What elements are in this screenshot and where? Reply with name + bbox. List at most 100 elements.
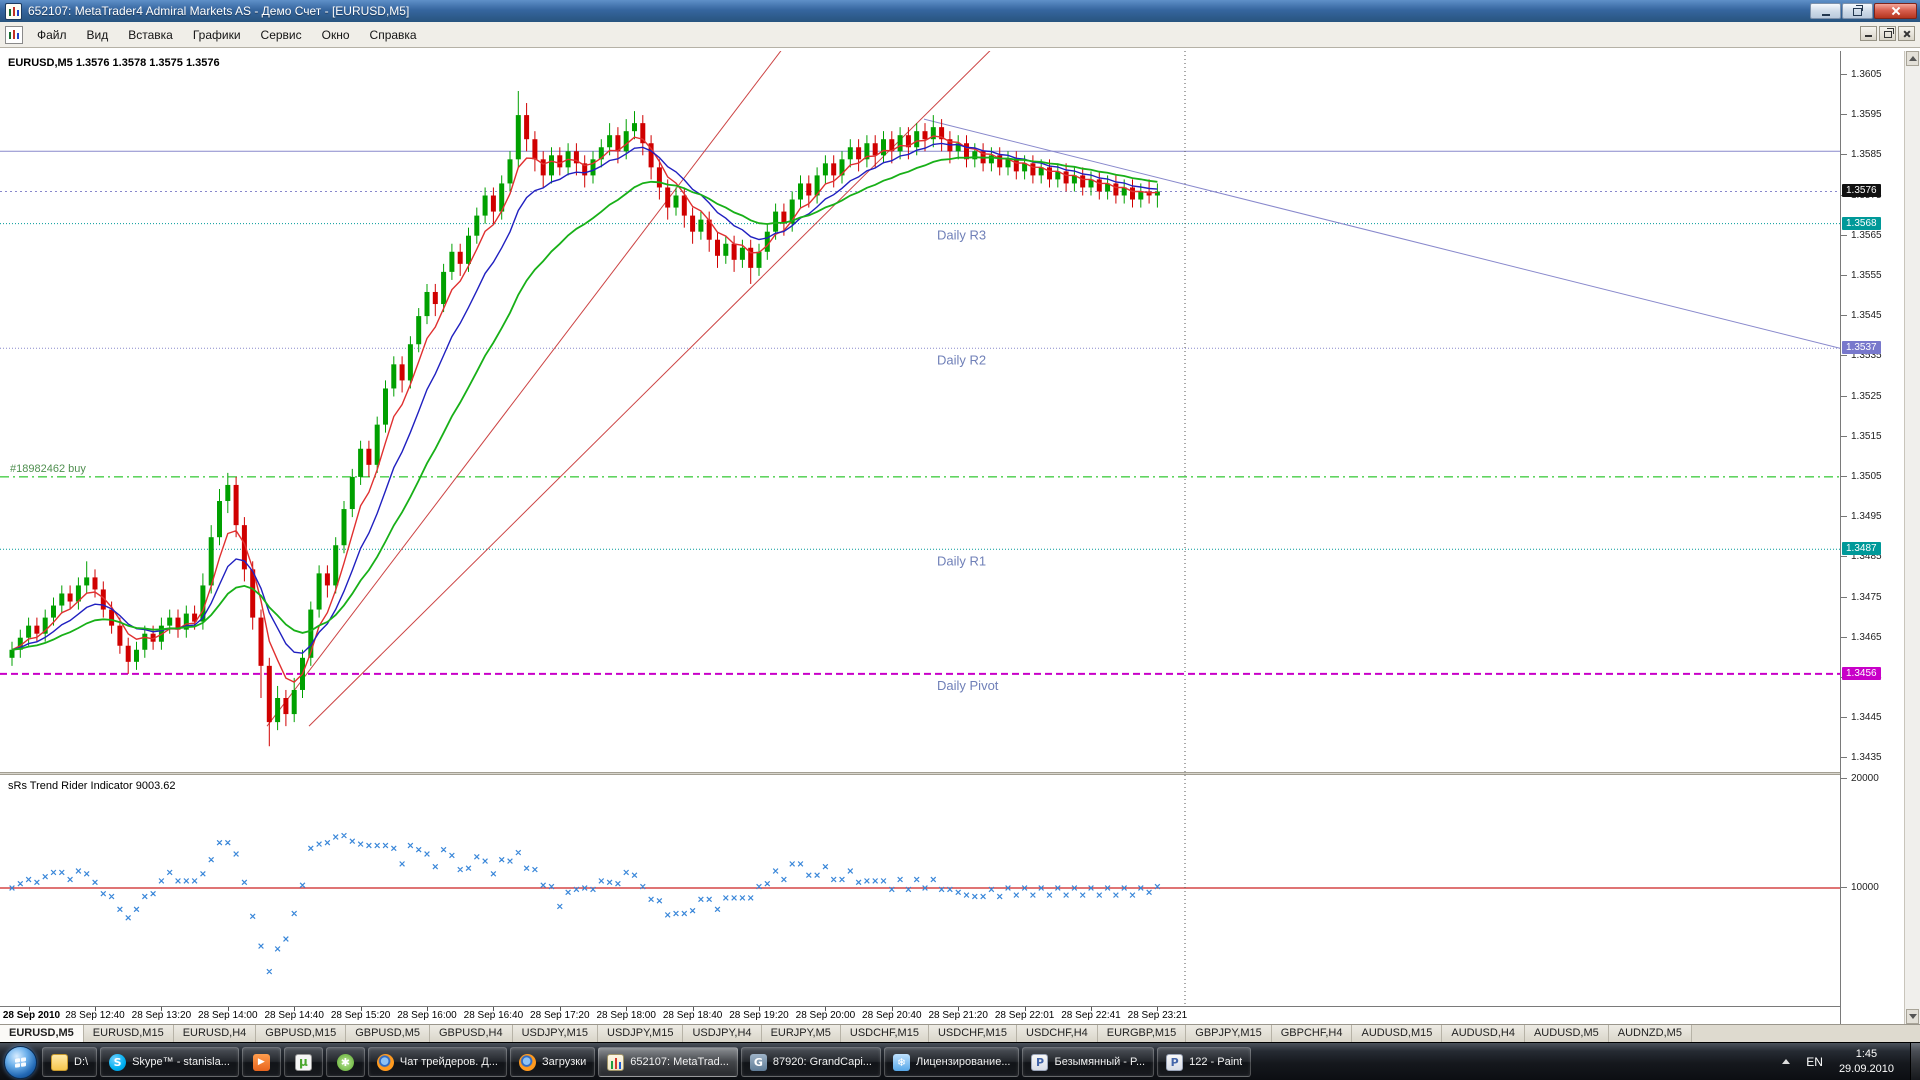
menu-item[interactable]: Вид: [78, 25, 118, 45]
chart-tab[interactable]: GBPUSD,M5: [346, 1025, 430, 1042]
level-label: Daily Pivot: [937, 678, 999, 693]
trendline-3[interactable]: [924, 119, 1840, 348]
chart-tab[interactable]: EURUSD,H4: [174, 1025, 257, 1042]
menu-item[interactable]: Сервис: [252, 25, 311, 45]
chart-tab[interactable]: AUDUSD,M5: [1525, 1025, 1609, 1042]
taskbar-button-label: D:\: [74, 1056, 88, 1068]
taskbar-button-utorrent[interactable]: µ: [284, 1047, 323, 1077]
trendline-1[interactable]: [267, 51, 784, 726]
price-tag: 1.3576: [1842, 184, 1881, 197]
time-axis-label: 28 Sep 20:40: [862, 1010, 922, 1021]
menu-item[interactable]: Справка: [361, 25, 426, 45]
price-scale[interactable]: 1.36051.35951.35851.35751.35651.35551.35…: [1840, 51, 1904, 1024]
chart-tab[interactable]: USDCHF,M15: [929, 1025, 1017, 1042]
taskbar-button-label: Загрузки: [542, 1056, 586, 1068]
chart-tab[interactable]: GBPUSD,M15: [256, 1025, 346, 1042]
menu-item[interactable]: Окно: [313, 25, 359, 45]
price-axis-label: 1.3555: [1851, 270, 1882, 281]
close-button[interactable]: [1874, 3, 1917, 19]
taskbar-button-metatrader[interactable]: 652107: MetaTrad...: [598, 1047, 738, 1077]
taskbar-button-skype[interactable]: SSkype™ - stanisla...: [100, 1047, 239, 1077]
mdi-minimize-button[interactable]: [1860, 26, 1877, 41]
chart-tab[interactable]: USDJPY,M15: [513, 1025, 598, 1042]
taskbar-button-label: 87920: GrandCapi...: [773, 1056, 872, 1068]
level-label: Daily R2: [937, 352, 986, 367]
mdi-restore-button[interactable]: [1879, 26, 1896, 41]
chart-tab[interactable]: GBPJPY,M15: [1186, 1025, 1271, 1042]
moving-average-10: [12, 143, 1157, 653]
close-icon: [1891, 6, 1901, 16]
taskbar-button-label: Безымянный - P...: [1054, 1056, 1145, 1068]
taskbar-button-license[interactable]: ❄Лицензирование...: [884, 1047, 1020, 1077]
start-button[interactable]: [4, 1046, 37, 1079]
level-label: Daily R3: [937, 228, 986, 243]
chart-window-system-icon[interactable]: [5, 26, 23, 44]
time-axis-label: 28 Sep 22:41: [1061, 1010, 1121, 1021]
taskbar-button-label: 122 - Paint: [1189, 1056, 1242, 1068]
time-axis-label: 28 Sep 18:00: [596, 1010, 656, 1021]
candles: [10, 91, 1160, 746]
taskbar-button-explorer-drive[interactable]: D:\: [42, 1047, 97, 1077]
mdi-close-button[interactable]: [1898, 26, 1915, 41]
hidden-icons-arrow-icon[interactable]: [1782, 1059, 1790, 1064]
chart-tab[interactable]: GBPUSD,H4: [430, 1025, 513, 1042]
taskbar-button-firefox[interactable]: Загрузки: [510, 1047, 595, 1077]
taskbar-button-label: Чат трейдеров. Д...: [400, 1056, 498, 1068]
chart-tab[interactable]: GBPCHF,H4: [1272, 1025, 1353, 1042]
taskbar-button-paint[interactable]: PБезымянный - P...: [1022, 1047, 1154, 1077]
grandcapital-icon: G: [750, 1054, 767, 1071]
tray-clock[interactable]: 1:45 29.09.2010: [1839, 1047, 1894, 1076]
menu-item[interactable]: Графики: [184, 25, 250, 45]
firefox-icon: [519, 1054, 536, 1071]
chart-tab[interactable]: EURUSD,M5: [0, 1025, 84, 1042]
taskbar-button-firefox[interactable]: Чат трейдеров. Д...: [368, 1047, 507, 1077]
scroll-down-button[interactable]: [1906, 1009, 1919, 1024]
pinwheel-icon: ✱: [337, 1054, 354, 1071]
utorrent-icon: µ: [295, 1054, 312, 1071]
chart-tab[interactable]: EURUSD,M15: [84, 1025, 174, 1042]
chart-tab[interactable]: USDCHF,H4: [1017, 1025, 1098, 1042]
chart-tab[interactable]: EURJPY,M5: [762, 1025, 841, 1042]
chart-tab[interactable]: AUDNZD,M5: [1609, 1025, 1692, 1042]
price-axis-label: 1.3515: [1851, 431, 1882, 442]
paint-icon: P: [1166, 1054, 1183, 1071]
close-icon: [1903, 30, 1911, 38]
window-title: 652107: MetaTrader4 Admiral Markets AS -…: [28, 4, 409, 18]
taskbar-button-media-player[interactable]: ▶: [242, 1047, 281, 1077]
indicator-pane[interactable]: [0, 775, 1840, 1006]
chart-tab[interactable]: USDJPY,M15: [598, 1025, 683, 1042]
chart-tab[interactable]: USDCHF,M15: [841, 1025, 929, 1042]
vertical-scrollbar[interactable]: [1904, 51, 1920, 1024]
time-axis-label: 28 Sep 12:40: [65, 1010, 125, 1021]
taskbar-button-label: Лицензирование...: [916, 1056, 1011, 1068]
time-axis-label: 28 Sep 16:40: [464, 1010, 524, 1021]
price-tag: 1.3487: [1842, 542, 1881, 555]
windows-logo-icon: [15, 1057, 26, 1068]
price-axis-label: 1.3505: [1851, 471, 1882, 482]
minimize-button[interactable]: [1810, 3, 1841, 19]
menu-item[interactable]: Вставка: [119, 25, 182, 45]
restore-icon: [1884, 31, 1892, 38]
language-indicator[interactable]: EN: [1802, 1053, 1827, 1071]
price-axis-label: 1.3545: [1851, 310, 1882, 321]
main-chart[interactable]: Daily R3Daily R2Daily R1Daily Pivot#1898…: [0, 51, 1840, 772]
metatrader-icon: [607, 1054, 624, 1071]
price-tag: 1.3568: [1842, 217, 1881, 230]
time-axis-label: 28 Sep 15:20: [331, 1010, 391, 1021]
taskbar-button-grandcapital[interactable]: G 87920: GrandCapi...: [741, 1047, 881, 1077]
menu-item[interactable]: Файл: [28, 25, 76, 45]
taskbar-button-pinwheel[interactable]: ✱: [326, 1047, 365, 1077]
chart-tab[interactable]: EURGBP,M15: [1098, 1025, 1187, 1042]
price-axis-label: 1.3595: [1851, 109, 1882, 120]
restore-button[interactable]: [1842, 3, 1873, 19]
chart-tab[interactable]: AUDUSD,H4: [1442, 1025, 1525, 1042]
chart-tab[interactable]: USDJPY,H4: [683, 1025, 761, 1042]
show-desktop-button[interactable]: [1910, 1043, 1920, 1080]
chart-tab[interactable]: AUDUSD,M15: [1352, 1025, 1442, 1042]
skype-icon: S: [109, 1054, 126, 1071]
scroll-up-button[interactable]: [1906, 51, 1919, 66]
taskbar-button-paint[interactable]: P 122 - Paint: [1157, 1047, 1251, 1077]
time-axis-label: 28 Sep 18:40: [663, 1010, 723, 1021]
price-axis-label: 1.3445: [1851, 712, 1882, 723]
price-axis-label: 1.3495: [1851, 511, 1882, 522]
